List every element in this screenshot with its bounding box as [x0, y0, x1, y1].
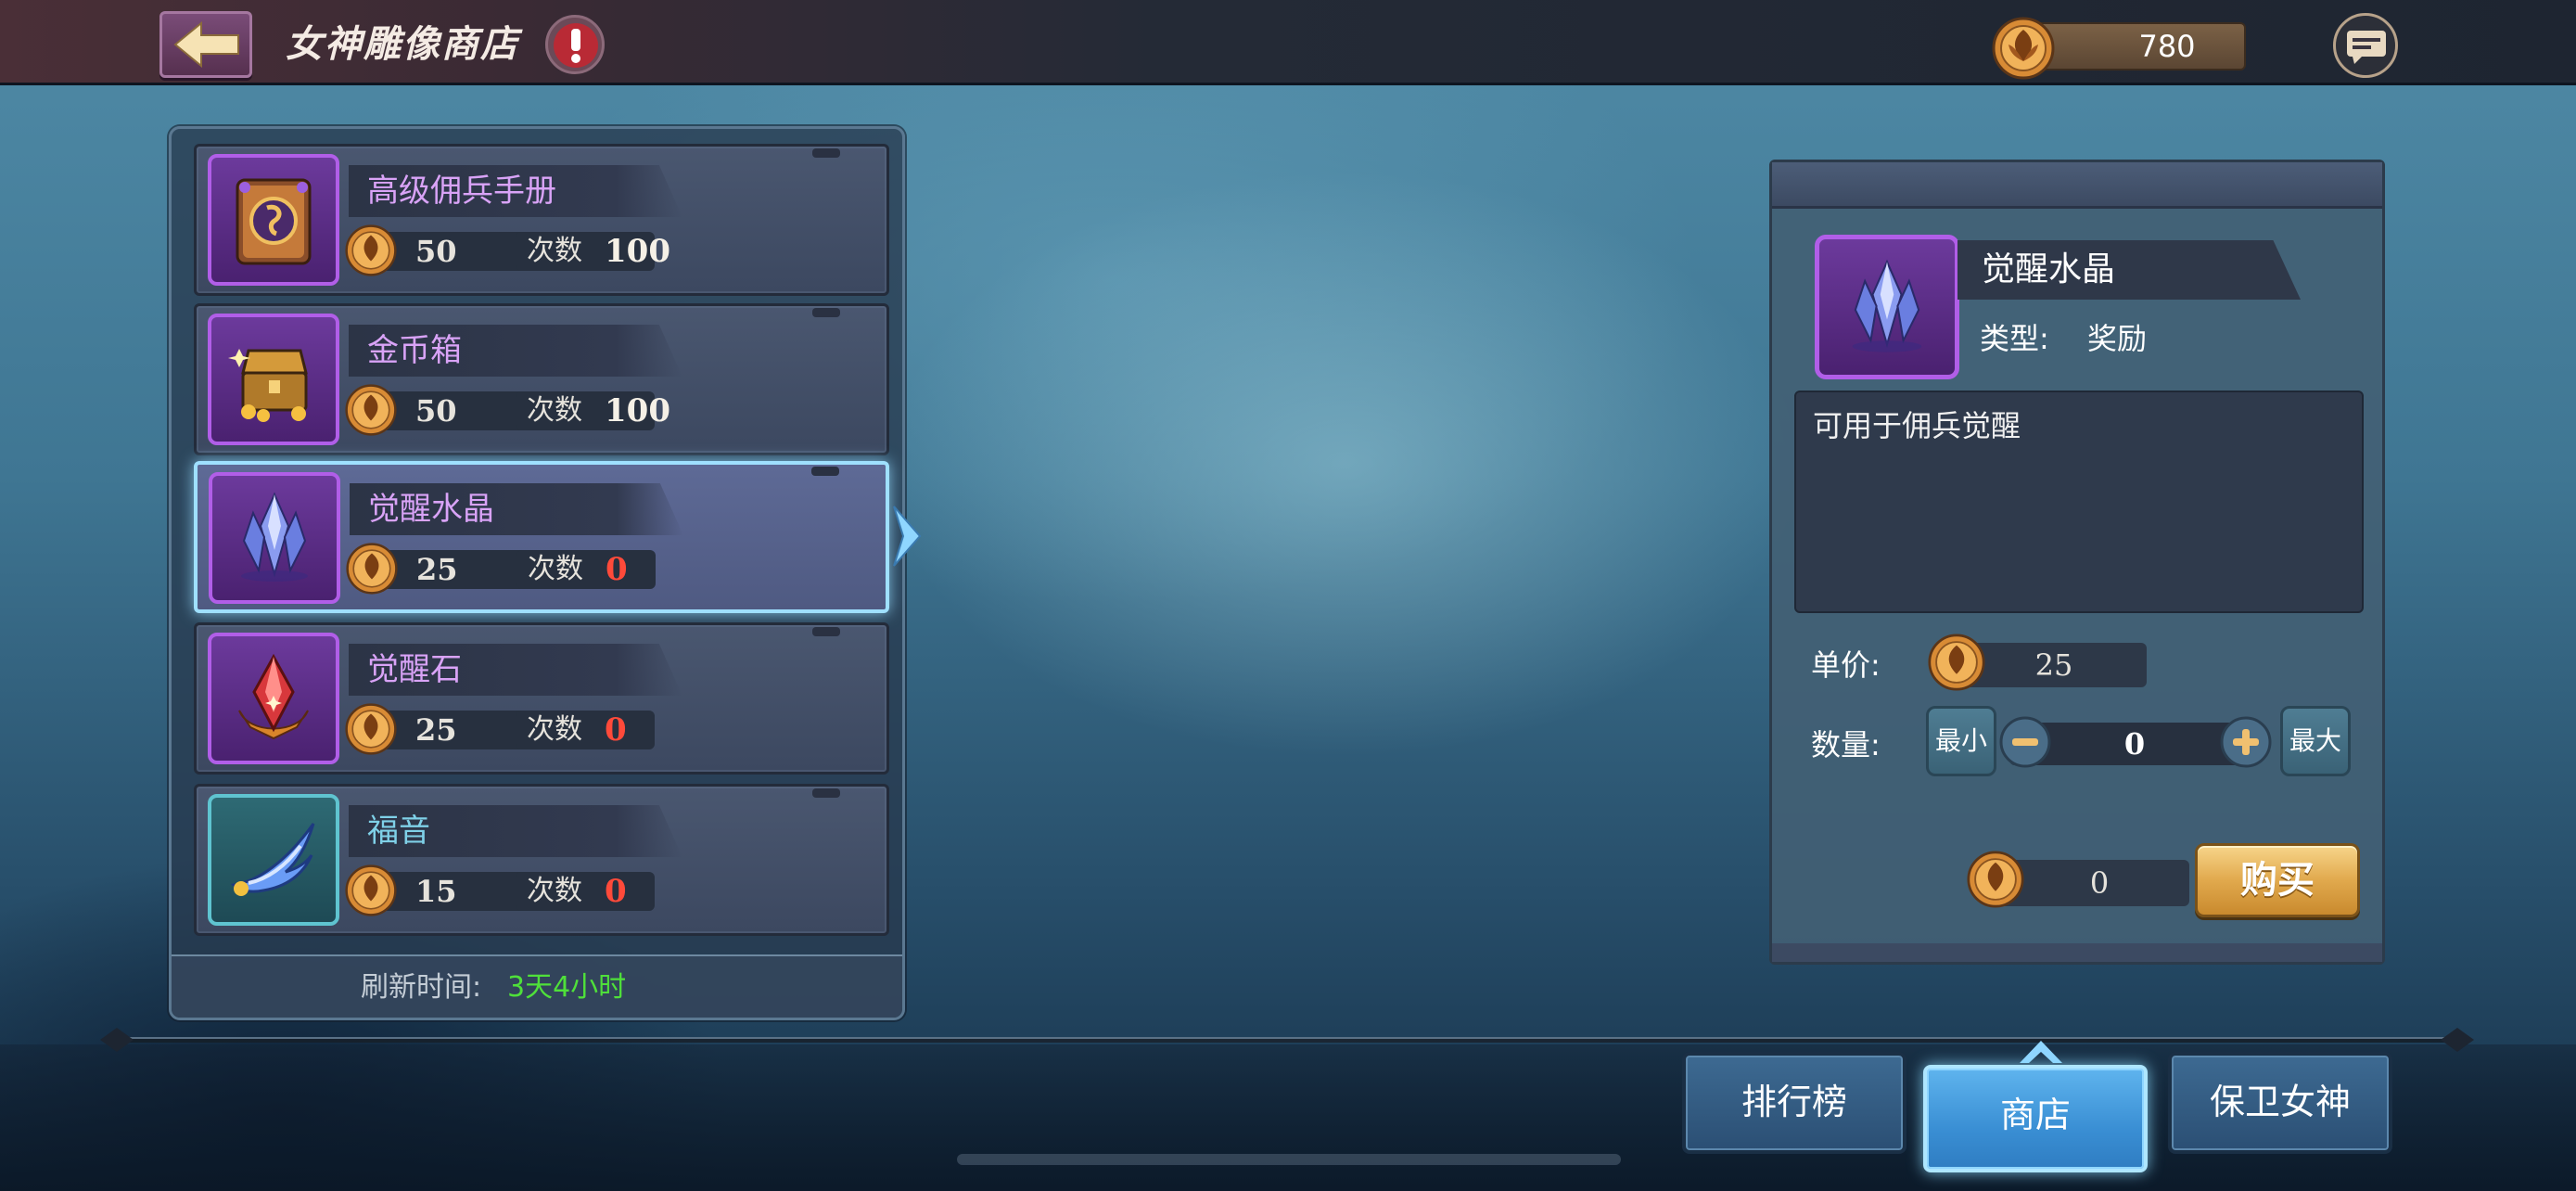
- max-quantity-button[interactable]: 最大: [2280, 706, 2351, 776]
- min-quantity-button[interactable]: 最小: [1926, 706, 1996, 776]
- panel-top-band: [1772, 162, 2382, 209]
- buy-button[interactable]: 购买: [2195, 843, 2360, 917]
- item-count: 100: [605, 392, 670, 429]
- count-label: 次数: [528, 553, 583, 585]
- back-button[interactable]: [159, 11, 252, 78]
- goddess-coin-icon: [345, 224, 397, 276]
- quantity-label: 数量:: [1811, 727, 1881, 762]
- item-icon-frame: [209, 472, 340, 604]
- item-corner-decoration: [811, 467, 839, 476]
- item-description: 可用于佣兵觉醒: [1813, 408, 2021, 443]
- count-label: 次数: [527, 713, 582, 746]
- shop-item[interactable]: 金币箱 50 次数 100: [194, 303, 889, 455]
- item-count: 0: [606, 551, 628, 588]
- item-name: 觉醒水晶: [368, 491, 494, 528]
- top-bar: 女神雕像商店 780: [0, 0, 2576, 85]
- currency-display: 780: [2021, 22, 2246, 70]
- item-name: 福音: [367, 813, 430, 850]
- item-price: 15: [415, 874, 457, 909]
- mercenary-book-icon: [236, 178, 312, 265]
- awakening-crystal-icon: [241, 492, 308, 582]
- goddess-coin-icon: [345, 703, 397, 755]
- tab-defend-goddess[interactable]: 保卫女神: [2168, 1052, 2392, 1154]
- home-indicator: [957, 1154, 1621, 1165]
- chevron-right-icon: [893, 506, 922, 567]
- type-label: 类型:: [1980, 321, 2049, 356]
- awakening-stone-icon: [238, 653, 309, 740]
- item-count: 0: [605, 873, 627, 910]
- refresh-label: 刷新时间:: [361, 971, 482, 1004]
- back-arrow-icon: [173, 21, 239, 68]
- wing-icon: [230, 823, 315, 896]
- detail-item-name: 觉醒水晶: [1982, 250, 2116, 288]
- panel-bottom-band: [1772, 943, 2382, 962]
- item-corner-decoration: [812, 308, 840, 317]
- shop-item[interactable]: 觉醒石 25 次数 0: [194, 622, 889, 775]
- gold-chest-icon: [228, 349, 308, 422]
- currency-amount: 780: [2138, 29, 2196, 64]
- item-price: 25: [416, 552, 458, 587]
- unit-price-value: 25: [2034, 647, 2073, 683]
- awakening-crystal-icon: [1852, 259, 1922, 352]
- shop-item[interactable]: 高级佣兵手册 50 次数 100: [194, 144, 889, 296]
- item-detail-panel: 觉醒水晶 类型: 奖励 可用于佣兵觉醒 单价: 25 数量: 最小 0 最大 0…: [1769, 160, 2385, 965]
- item-icon-frame: [208, 633, 339, 764]
- item-corner-decoration: [812, 627, 840, 636]
- item-corner-decoration: [812, 148, 840, 158]
- refresh-bar: 刷新时间: 3天4小时: [172, 954, 902, 1018]
- goddess-coin-icon: [346, 543, 398, 595]
- chevron-up-icon: [2020, 1041, 2062, 1063]
- item-price: 25: [415, 712, 457, 748]
- item-icon-frame: [208, 314, 339, 445]
- type-value: 奖励: [2087, 321, 2148, 356]
- item-name: 金币箱: [367, 332, 462, 369]
- item-count: 0: [605, 711, 627, 749]
- count-label: 次数: [527, 235, 582, 267]
- unit-price-label: 单价:: [1811, 647, 1881, 683]
- tab-leaderboard[interactable]: 排行榜: [1682, 1052, 1906, 1154]
- nav-divider: [111, 1037, 2457, 1043]
- goddess-coin-icon: [345, 384, 397, 436]
- item-name: 高级佣兵手册: [367, 173, 556, 210]
- refresh-time: 3天4小时: [507, 971, 627, 1004]
- shop-item[interactable]: 福音 15 次数 0: [194, 784, 889, 936]
- minus-icon[interactable]: [1998, 715, 2052, 769]
- description-box: 可用于佣兵觉醒: [1794, 391, 2364, 613]
- item-name: 觉醒石: [367, 651, 462, 688]
- item-icon-frame: [208, 794, 339, 926]
- plus-icon[interactable]: [2219, 715, 2273, 769]
- item-corner-decoration: [812, 788, 840, 798]
- tab-shop[interactable]: 商店: [1923, 1065, 2148, 1172]
- goddess-coin-icon: [345, 864, 397, 916]
- detail-item-icon-frame: [1815, 235, 1959, 379]
- chat-menu-icon[interactable]: [2333, 13, 2398, 78]
- item-icon-frame: [208, 154, 339, 286]
- shop-item-list: 高级佣兵手册 50 次数 100 金币箱 50 次数 100 觉醒水晶 25 次…: [169, 126, 905, 1020]
- count-label: 次数: [527, 875, 582, 907]
- goddess-coin-icon: [1992, 17, 2055, 80]
- page-title: 女神雕像商店: [286, 23, 519, 66]
- item-count: 100: [605, 233, 670, 270]
- item-price: 50: [415, 393, 457, 429]
- info-alert-icon[interactable]: [545, 15, 605, 74]
- total-price-value: 0: [2089, 865, 2110, 901]
- shop-item-selected[interactable]: 觉醒水晶 25 次数 0: [194, 461, 889, 613]
- item-price: 50: [415, 234, 457, 269]
- count-label: 次数: [527, 394, 582, 427]
